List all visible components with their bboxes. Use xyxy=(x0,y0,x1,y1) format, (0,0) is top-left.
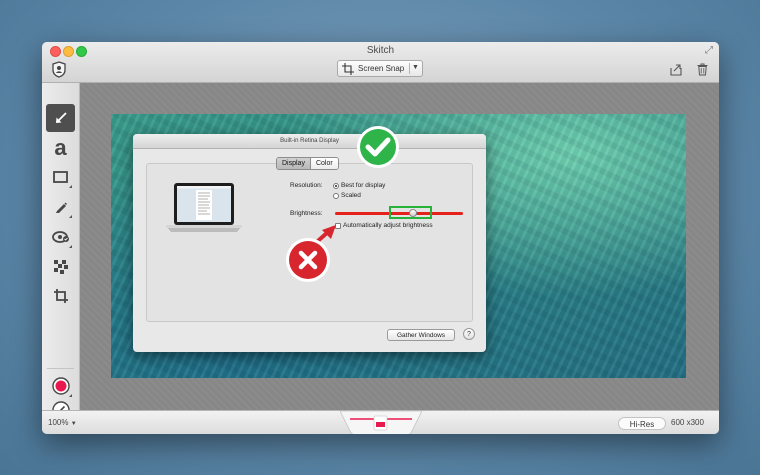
help-button[interactable]: ? xyxy=(463,328,475,340)
auto-brightness-label: Automatically adjust brightness xyxy=(343,222,433,229)
chevron-down-icon: ▼ xyxy=(70,421,77,427)
prefs-title: Built-in Retina Display xyxy=(133,134,486,149)
crop-tool[interactable] xyxy=(46,282,75,310)
window-title: Skitch xyxy=(366,45,395,56)
pixelate-tool[interactable] xyxy=(46,253,75,281)
brightness-label: Brightness: xyxy=(290,210,323,217)
arrow-icon xyxy=(55,112,67,123)
chevron-corner-icon xyxy=(69,185,72,188)
screen-snap-button[interactable]: Screen Snap ▼ xyxy=(337,60,423,77)
arrow-tool[interactable] xyxy=(46,104,75,132)
text-tool[interactable]: a xyxy=(46,134,75,162)
status-bar: 100% ▼ Hi-Res 600 x300 xyxy=(42,410,719,434)
best-for-display-label: Best for display xyxy=(341,182,386,189)
chevron-corner-icon xyxy=(69,394,72,397)
color-picker[interactable] xyxy=(46,372,75,400)
gather-windows-button[interactable]: Gather Windows xyxy=(387,329,455,341)
tool-palette: a xyxy=(42,83,80,419)
share-icon[interactable] xyxy=(670,64,682,76)
radio-best-for-display[interactable] xyxy=(333,183,339,189)
tab-color[interactable]: Color xyxy=(310,158,338,169)
fullscreen-icon[interactable]: ⤢ xyxy=(705,45,713,56)
drag-tray[interactable] xyxy=(340,411,422,434)
green-check-badge-icon xyxy=(357,126,399,168)
crop-icon xyxy=(53,289,68,303)
chevron-corner-icon xyxy=(69,215,72,218)
color-dot-icon xyxy=(51,377,70,395)
tab-segment: Display Color xyxy=(276,157,339,170)
tab-display[interactable]: Display xyxy=(277,158,311,169)
divider xyxy=(409,63,410,74)
rectangle-icon xyxy=(53,171,68,183)
stamp-icon xyxy=(51,231,69,243)
red-x-badge-icon xyxy=(286,238,330,282)
divider xyxy=(47,368,74,369)
scaled-label: Scaled xyxy=(341,192,361,199)
hi-res-toggle[interactable]: Hi-Res xyxy=(618,417,666,430)
highlight-tool[interactable] xyxy=(46,223,75,251)
zoom-level: 100% xyxy=(48,418,69,427)
zoom-menu[interactable]: 100% ▼ xyxy=(48,418,77,427)
title-bar: Skitch ⤢ Screen Snap ▼ xyxy=(42,42,719,83)
marker-tool[interactable] xyxy=(46,193,75,221)
resolution-label: Resolution: xyxy=(290,182,323,189)
radio-scaled[interactable] xyxy=(333,193,339,199)
screen-snap-label: Screen Snap xyxy=(358,64,405,73)
image-dimensions: 600 x300 xyxy=(671,418,704,427)
macbook-icon xyxy=(166,183,242,232)
chevron-down-icon[interactable]: ▼ xyxy=(412,64,419,71)
crosshair-icon xyxy=(342,63,354,75)
pixelate-icon xyxy=(53,260,68,274)
marker-icon xyxy=(55,202,67,213)
chevron-corner-icon xyxy=(69,245,72,248)
trash-icon[interactable] xyxy=(697,63,708,76)
text-a-icon: a xyxy=(54,135,67,160)
shield-user-icon[interactable] xyxy=(51,61,67,78)
brightness-slider-knob[interactable] xyxy=(409,209,417,217)
shape-tool[interactable] xyxy=(46,163,75,191)
